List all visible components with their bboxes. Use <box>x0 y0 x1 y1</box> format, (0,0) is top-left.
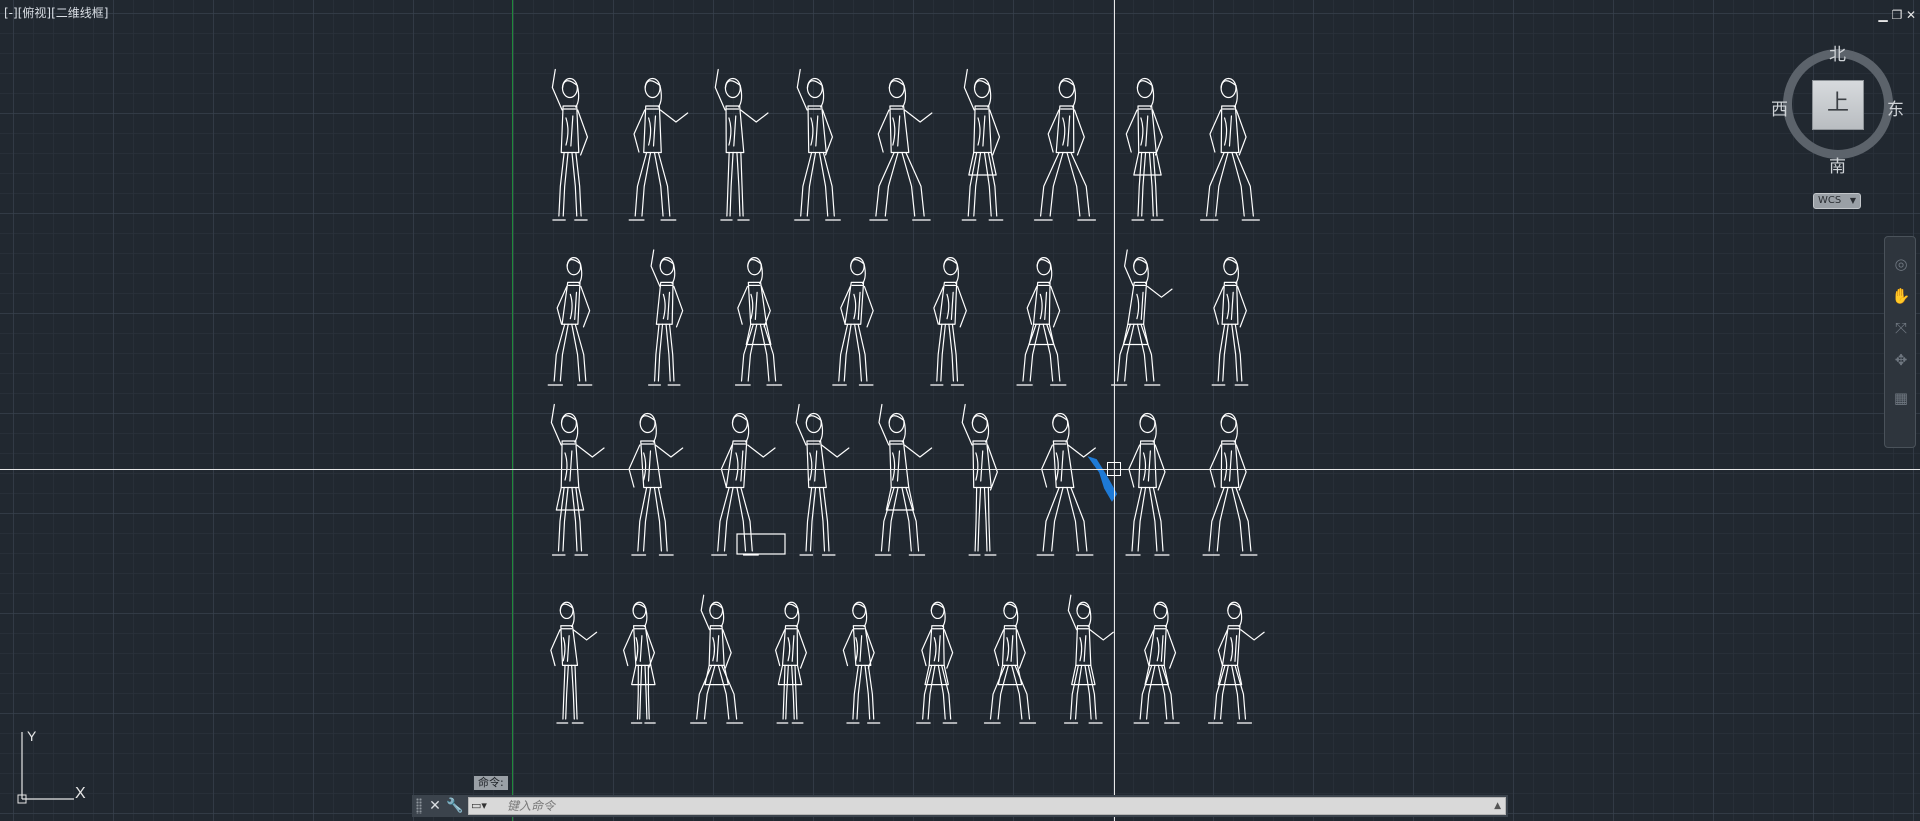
command-input-wrapper[interactable]: ▭▾ ▲ <box>468 797 1506 815</box>
close-icon[interactable]: ✕ <box>426 796 444 816</box>
command-prompt-icon[interactable]: ▭▾ <box>471 799 501 813</box>
figure[interactable] <box>1036 412 1096 556</box>
figure[interactable] <box>623 601 656 724</box>
figure[interactable] <box>1125 77 1164 221</box>
figure[interactable] <box>795 403 850 556</box>
chevron-down-icon: ▼ <box>1849 196 1856 205</box>
wcs-menu[interactable]: WCS ▼ <box>1813 193 1861 209</box>
figure[interactable] <box>832 257 874 386</box>
figure[interactable] <box>1211 257 1249 386</box>
orbit-icon[interactable]: ✥ <box>1890 349 1912 371</box>
compass-north[interactable]: 北 <box>1829 40 1846 65</box>
figure[interactable] <box>774 601 807 724</box>
command-history: 命令: <box>474 776 508 790</box>
figure[interactable] <box>1133 601 1180 724</box>
command-line[interactable]: ✕ 🔧 ▭▾ ▲ <box>412 795 1508 817</box>
steering-wheel-icon[interactable]: ◎ <box>1890 253 1912 275</box>
figure[interactable] <box>983 601 1037 724</box>
figure[interactable] <box>550 601 598 724</box>
figure[interactable] <box>547 257 593 386</box>
ucs-x-label: X <box>75 785 86 802</box>
cursor-pickbox <box>1107 462 1121 476</box>
figure[interactable] <box>874 403 933 556</box>
figure[interactable] <box>1200 77 1260 221</box>
figure[interactable] <box>1110 249 1173 386</box>
crosshair-horizontal <box>0 469 1920 470</box>
figure[interactable] <box>842 601 881 724</box>
navigation-bar[interactable]: ◎ ✋ ⤧ ✥ ▦ <box>1884 236 1916 448</box>
compass-west[interactable]: 西 <box>1771 95 1788 120</box>
ucs-icon: Y X <box>17 728 86 804</box>
viewcube-top-face[interactable]: 上 <box>1812 80 1864 130</box>
figure[interactable] <box>1125 412 1170 556</box>
figure[interactable] <box>961 68 1004 221</box>
command-input[interactable] <box>507 798 1487 814</box>
figure[interactable] <box>1202 412 1258 556</box>
figure[interactable] <box>551 68 589 221</box>
figure[interactable] <box>648 249 684 386</box>
viewcube[interactable]: 上 北 南 东 西 <box>1770 36 1906 177</box>
drawing-viewport[interactable]: [-][俯视][二维线框] ▁ ❐ ✕ 上 北 南 东 西 WCS ▼ ◎ ✋ … <box>0 0 1920 821</box>
chevron-up-icon[interactable]: ▲ <box>1494 798 1501 814</box>
figure[interactable] <box>961 403 998 556</box>
zoom-icon[interactable]: ⤧ <box>1890 317 1912 339</box>
figure[interactable] <box>734 257 783 386</box>
wcs-label: WCS <box>1818 195 1842 206</box>
figure[interactable] <box>690 594 744 724</box>
figure[interactable] <box>794 68 841 221</box>
figure[interactable] <box>1016 257 1067 386</box>
compass-south[interactable]: 南 <box>1829 152 1846 177</box>
ucs-y-label: Y <box>27 728 37 744</box>
figure[interactable] <box>714 68 769 221</box>
figure[interactable] <box>916 601 958 724</box>
figure[interactable] <box>930 257 967 386</box>
figure[interactable] <box>628 412 684 556</box>
figure[interactable] <box>869 77 933 221</box>
crosshair-vertical <box>1114 0 1115 821</box>
figure[interactable] <box>550 403 605 556</box>
command-line-grip[interactable] <box>416 798 422 814</box>
figure-drawing[interactable] <box>0 0 1920 821</box>
pan-icon[interactable]: ✋ <box>1890 285 1912 307</box>
wrench-icon[interactable]: 🔧 <box>446 796 464 816</box>
figure[interactable] <box>1207 601 1265 724</box>
figure[interactable] <box>628 77 689 221</box>
showmotion-icon[interactable]: ▦ <box>1890 387 1912 409</box>
compass-east[interactable]: 东 <box>1887 95 1904 120</box>
figure[interactable] <box>1063 594 1114 724</box>
figure[interactable] <box>1033 77 1097 221</box>
